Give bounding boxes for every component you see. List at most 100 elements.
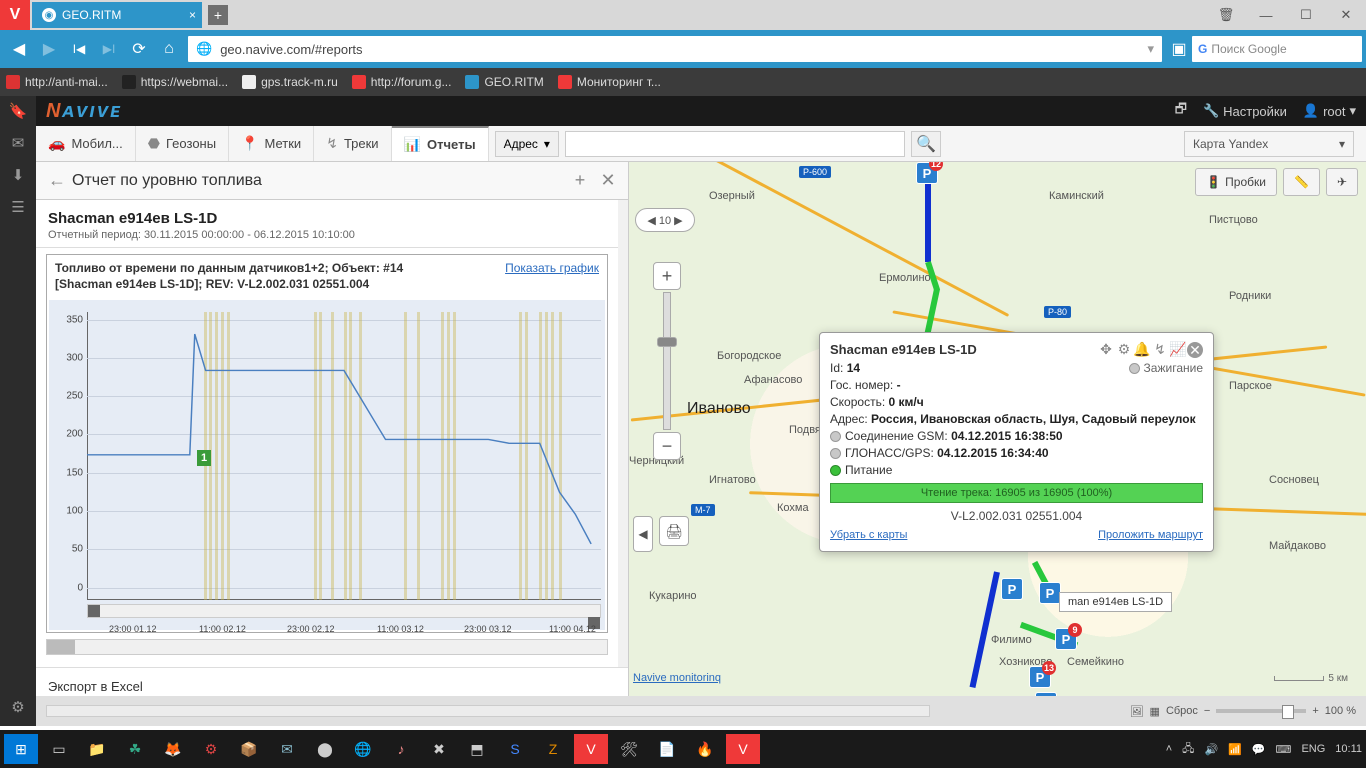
bookmarks-panel-icon[interactable]: 🔖: [9, 102, 28, 120]
url-input[interactable]: 🌐 geo.navive.com/#reports ▾: [188, 36, 1162, 62]
map-print-button[interactable]: 🖨: [659, 516, 689, 546]
task-item[interactable]: ⬤: [308, 734, 342, 764]
chart-horizontal-scroll[interactable]: [46, 639, 608, 655]
address-type-select[interactable]: Адрес ▾: [495, 131, 559, 157]
chart-marker[interactable]: 1: [197, 450, 211, 466]
volume-icon[interactable]: 🔊: [1204, 743, 1218, 756]
back-button[interactable]: ◀: [4, 34, 34, 64]
zoom-reset[interactable]: Сброс: [1166, 705, 1198, 717]
browser-tab[interactable]: ◉ GEO.RITM ×: [32, 2, 202, 28]
bookmark-icon[interactable]: ▣: [1166, 36, 1192, 62]
parking-marker[interactable]: P13: [1029, 666, 1051, 688]
locate-button[interactable]: ✈: [1326, 168, 1358, 196]
header-windows-icon[interactable]: 🗗: [1175, 100, 1187, 122]
map-zoom-in[interactable]: +: [653, 262, 681, 290]
status-grid-icon[interactable]: ▦: [1150, 705, 1160, 718]
task-item[interactable]: 🔥: [688, 734, 722, 764]
bookmark-item[interactable]: gps.track-m.ru: [242, 75, 338, 89]
task-item[interactable]: S: [498, 734, 532, 764]
map-pan-control[interactable]: ◀ 10 ▶: [635, 208, 695, 232]
close-report-button[interactable]: ✕: [594, 170, 622, 191]
task-item[interactable]: 📁: [80, 734, 114, 764]
map-zoom-out[interactable]: −: [653, 432, 681, 460]
lang-indicator[interactable]: ENG: [1301, 743, 1325, 755]
reload-button[interactable]: ⟳: [124, 34, 154, 64]
export-excel-link[interactable]: Экспорт в Excel: [48, 676, 616, 697]
bell-icon[interactable]: 🔔: [1133, 341, 1151, 358]
system-tray[interactable]: ˄ 🖧 🔊 📶 💬 ⌨ ENG 10:11: [1166, 740, 1362, 759]
chart-icon[interactable]: 📈: [1169, 341, 1187, 358]
close-window-button[interactable]: ✕: [1326, 0, 1366, 30]
vivaldi-menu[interactable]: V: [0, 0, 30, 30]
task-item[interactable]: ⬒: [460, 734, 494, 764]
zoom-slider[interactable]: [1216, 709, 1306, 713]
clock[interactable]: 10:11: [1335, 743, 1362, 755]
rewind-button[interactable]: I◀: [64, 34, 94, 64]
tab-tracks[interactable]: ↯Треки: [314, 126, 391, 161]
bookmark-item[interactable]: GEO.RITM: [465, 75, 543, 89]
task-item[interactable]: 📄: [650, 734, 684, 764]
map-zoom-handle[interactable]: [657, 337, 677, 347]
task-item[interactable]: ⚙: [194, 734, 228, 764]
search-button[interactable]: 🔍: [911, 131, 941, 157]
map-expand-left[interactable]: ◀: [633, 516, 653, 552]
downloads-panel-icon[interactable]: ⬇: [12, 166, 25, 184]
mail-panel-icon[interactable]: ✉: [12, 134, 25, 152]
task-item[interactable]: ▭: [42, 734, 76, 764]
browser-search-input[interactable]: G Поиск Google: [1192, 36, 1362, 62]
task-item[interactable]: ✉: [270, 734, 304, 764]
network-icon[interactable]: 🖧: [1182, 740, 1194, 759]
bookmark-item[interactable]: http://anti-mai...: [6, 75, 108, 89]
ffwd-button[interactable]: ▶I: [94, 34, 124, 64]
chart-range-slider[interactable]: [87, 604, 601, 618]
traffic-button[interactable]: 🚦 Пробки: [1195, 168, 1277, 196]
ruler-button[interactable]: 📏: [1283, 168, 1320, 196]
map-zoom-slider[interactable]: [663, 292, 671, 430]
keyboard-icon[interactable]: ⌨: [1276, 743, 1292, 756]
task-item[interactable]: 🌐: [346, 734, 380, 764]
forward-button[interactable]: ▶: [34, 34, 64, 64]
chart-canvas[interactable]: 0 50 100 150 200 250 300: [49, 300, 605, 630]
move-icon[interactable]: ✥: [1097, 341, 1115, 358]
bookmark-item[interactable]: http://forum.g...: [352, 75, 452, 89]
report-back-button[interactable]: ←: [42, 170, 72, 191]
task-item[interactable]: V: [726, 734, 760, 764]
add-report-button[interactable]: +: [566, 170, 594, 191]
settings-button[interactable]: 🔧 Настройки: [1203, 103, 1287, 119]
notes-panel-icon[interactable]: ☰: [11, 198, 24, 216]
task-item[interactable]: 🛠: [612, 734, 646, 764]
url-dropdown-icon[interactable]: ▾: [1147, 41, 1154, 57]
tray-up-icon[interactable]: ˄: [1166, 743, 1172, 755]
show-chart-link[interactable]: Показать график: [505, 261, 599, 292]
status-pic-icon[interactable]: 🖼: [1130, 705, 1144, 718]
tab-close-icon[interactable]: ×: [189, 8, 196, 22]
parking-marker[interactable]: P: [1001, 578, 1023, 600]
task-item[interactable]: ♪: [384, 734, 418, 764]
wifi-icon[interactable]: 📶: [1228, 743, 1242, 756]
tab-geozones[interactable]: ⬣Геозоны: [136, 126, 229, 161]
task-item[interactable]: ✖: [422, 734, 456, 764]
minimize-button[interactable]: —: [1246, 0, 1286, 30]
map-canvas[interactable]: Р-600 Р-80 М-7 М-7 Озерный Каминский Пис…: [629, 162, 1366, 726]
task-item[interactable]: Z: [536, 734, 570, 764]
close-icon[interactable]: ✕: [1187, 342, 1203, 358]
task-item[interactable]: V: [574, 734, 608, 764]
new-tab-button[interactable]: +: [208, 5, 228, 25]
track-icon[interactable]: ↯: [1151, 341, 1169, 358]
tab-markers[interactable]: 📍Метки: [229, 126, 314, 161]
bookmark-item[interactable]: Мониторинг т...: [558, 75, 661, 89]
task-item[interactable]: 🦊: [156, 734, 190, 764]
user-menu[interactable]: 👤 root ▾: [1303, 103, 1356, 119]
bookmark-item[interactable]: https://webmai...: [122, 75, 228, 89]
parking-marker[interactable]: P12: [916, 162, 938, 184]
build-route-link[interactable]: Проложить маршрут: [1098, 529, 1203, 541]
navive-monitoring-link[interactable]: Navive monitorinq: [633, 672, 721, 684]
task-item[interactable]: ☘: [118, 734, 152, 764]
task-item[interactable]: 📦: [232, 734, 266, 764]
start-button[interactable]: ⊞: [4, 734, 38, 764]
gear-icon[interactable]: ⚙: [1115, 341, 1133, 358]
address-input[interactable]: [565, 131, 905, 157]
tab-reports[interactable]: 📊Отчеты: [392, 126, 489, 161]
trash-icon[interactable]: 🗑: [1206, 0, 1246, 30]
parking-marker[interactable]: P9: [1055, 628, 1077, 650]
